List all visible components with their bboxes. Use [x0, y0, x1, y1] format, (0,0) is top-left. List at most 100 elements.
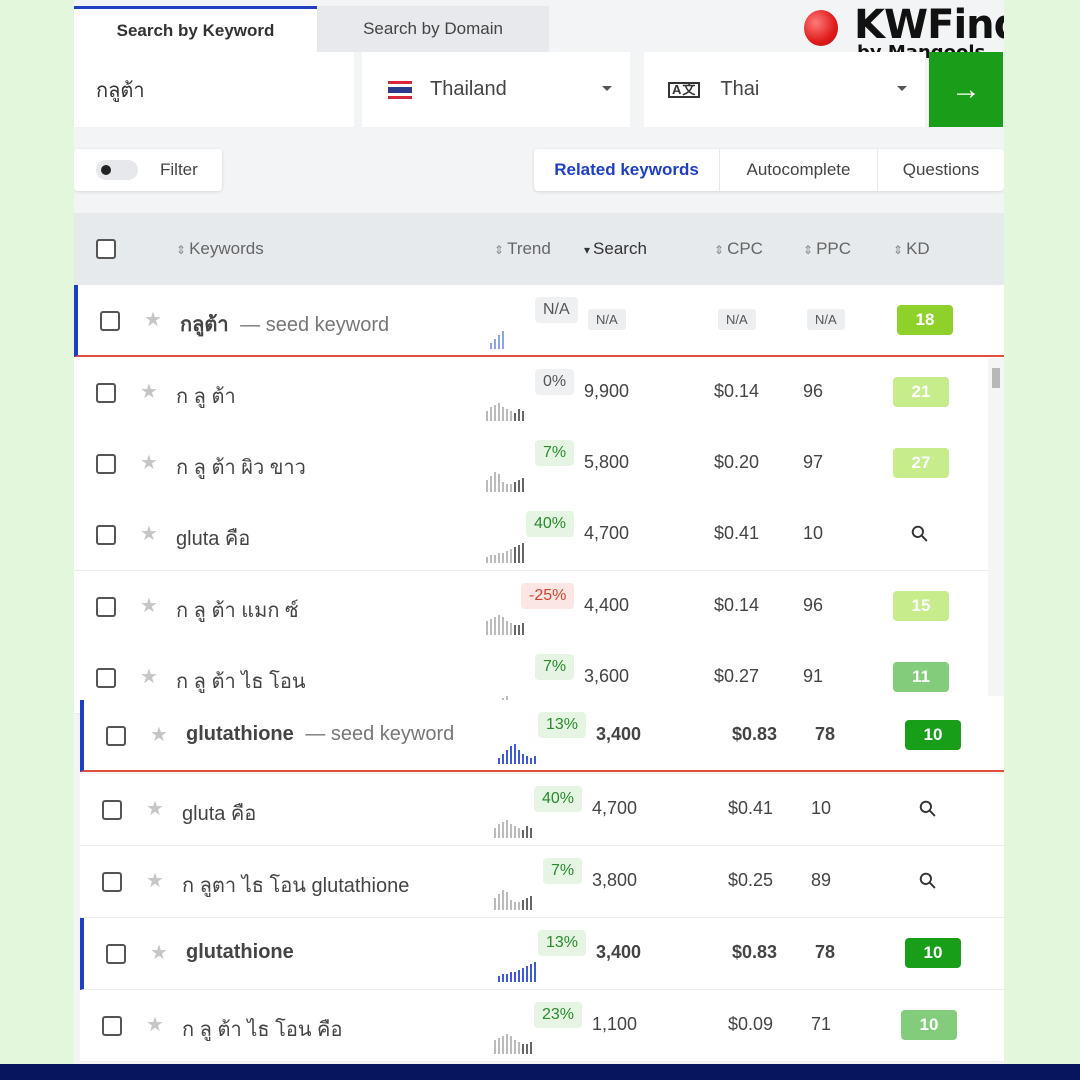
table-row[interactable]: ★ ก ลู ต้า ผิว ขาว 7% 5,800 $0.20 97 27	[74, 428, 1004, 500]
table-row[interactable]: ★ ก ลู ต้า ไธ โอน คือ 23% 1,100 $0.09 71 10	[80, 990, 1004, 1062]
keyword-cell[interactable]: gluta คือ	[182, 797, 256, 829]
kd-badge[interactable]: 27	[893, 448, 949, 478]
tab-search-by-keyword[interactable]: Search by Keyword	[74, 6, 317, 52]
row-checkbox[interactable]	[96, 597, 116, 617]
select-all-checkbox[interactable]	[96, 239, 116, 259]
kd-badge[interactable]: 11	[893, 662, 949, 692]
keyword-text: ก ลู ต้า	[176, 386, 236, 408]
tab-questions[interactable]: Questions	[878, 149, 1004, 191]
star-icon[interactable]: ★	[146, 1012, 164, 1037]
trend-percentage: 23%	[534, 1002, 583, 1028]
column-keywords[interactable]: ⇕ Keywords	[176, 239, 264, 259]
row-checkbox[interactable]	[96, 383, 116, 403]
keyword-input[interactable]: กลูต้า	[74, 52, 354, 127]
search-submit-button[interactable]: →	[929, 52, 1003, 127]
sparkline-bar	[522, 754, 524, 764]
keyword-cell[interactable]: glutathione	[186, 941, 294, 964]
table-row[interactable]: ★ gluta คือ 40% 4,700 $0.41 10 ⚲	[74, 499, 1004, 571]
scrollbar[interactable]	[988, 358, 1004, 696]
row-checkbox[interactable]	[106, 726, 126, 746]
language-select[interactable]: A文 Thai	[644, 52, 925, 127]
keyword-text: glutathione	[186, 941, 294, 963]
sparkline-bar	[534, 962, 536, 982]
star-icon[interactable]: ★	[140, 521, 158, 546]
star-icon[interactable]: ★	[146, 796, 164, 821]
keyword-cell[interactable]: ก ลู ต้า	[176, 380, 236, 412]
sparkline-bar	[526, 966, 528, 982]
keyword-cell[interactable]: glutathione — seed keyword	[186, 723, 454, 746]
star-icon[interactable]: ★	[150, 940, 168, 965]
trend-percentage: 13%	[538, 712, 587, 738]
sparkline-bar	[502, 331, 504, 349]
table-row[interactable]: ★ gluta คือ 40% 4,700 $0.41 10 ⚲	[80, 774, 1004, 846]
sparkline-bar	[502, 822, 504, 838]
table-row[interactable]: ★ ก ลู ต้า 0% 9,900 $0.14 96 21	[74, 357, 1004, 429]
search-volume: 3,600	[584, 666, 630, 686]
kd-badge[interactable]: 21	[893, 377, 949, 407]
kd-badge[interactable]: 18	[897, 305, 953, 335]
kd-badge[interactable]: 10	[905, 938, 961, 968]
row-checkbox[interactable]	[106, 944, 126, 964]
star-icon[interactable]: ★	[150, 722, 168, 747]
keyword-cell[interactable]: กลูต้า — seed keyword	[180, 308, 389, 340]
star-icon[interactable]: ★	[144, 307, 162, 332]
sparkline-bar	[522, 968, 524, 982]
sparkline-bar	[530, 758, 532, 764]
search-icon[interactable]: ⚲	[913, 794, 943, 824]
search-icon[interactable]: ⚲	[905, 519, 935, 549]
keyword-text: ก ลู ต้า ไธ โอน คือ	[182, 1019, 343, 1041]
star-icon[interactable]: ★	[146, 868, 164, 893]
trend-sparkline	[486, 470, 524, 492]
country-select[interactable]: Thailand	[362, 52, 630, 127]
row-checkbox[interactable]	[102, 872, 122, 892]
star-icon[interactable]: ★	[140, 379, 158, 404]
row-checkbox[interactable]	[102, 1016, 122, 1036]
sparkline-bar	[514, 625, 516, 635]
table-row[interactable]: ★ ก ลู ต้า แมก ซ์ -25% 4,400 $0.14 96 15	[74, 571, 1004, 643]
keyword-cell[interactable]: ก ลู ต้า ไธ โอน คือ	[182, 1013, 342, 1045]
table-row[interactable]: ★ glutathione 13% 3,400 $0.83 78 10	[80, 918, 1004, 990]
star-icon[interactable]: ★	[140, 450, 158, 475]
keyword-cell[interactable]: ก ลู ต้า แมก ซ์	[176, 594, 299, 626]
column-search[interactable]: ▾ Search	[584, 239, 647, 259]
row-checkbox[interactable]	[100, 311, 120, 331]
keyword-cell[interactable]: ก ลูตา ไธ โอน glutathione	[182, 869, 409, 901]
tab-autocomplete[interactable]: Autocomplete	[720, 149, 878, 191]
column-trend[interactable]: ⇕ Trend	[494, 239, 551, 259]
language-value: Thai	[720, 78, 760, 100]
search-icon[interactable]: ⚲	[913, 866, 943, 896]
star-icon[interactable]: ★	[140, 664, 158, 689]
star-icon[interactable]: ★	[140, 593, 158, 618]
sparkline-bar	[510, 972, 512, 982]
table-row[interactable]: ★ ก ลูตา ไธ โอน glutathione 7% 3,800 $0.25 89…	[80, 846, 1004, 918]
kd-badge[interactable]: 10	[901, 1010, 957, 1040]
column-ppc[interactable]: ⇕ PPC	[803, 239, 851, 259]
sparkline-bar	[518, 480, 520, 492]
keyword-cell[interactable]: gluta คือ	[176, 522, 250, 554]
toggle-switch[interactable]	[96, 160, 138, 180]
scrollbar-thumb[interactable]	[992, 368, 1000, 388]
trend-percentage: 0%	[535, 369, 575, 395]
keyword-cell[interactable]: ก ลู ต้า ผิว ขาว	[176, 451, 306, 483]
column-kd[interactable]: ⇕ KD	[893, 239, 930, 259]
kd-badge[interactable]: 10	[905, 720, 961, 750]
row-checkbox[interactable]	[96, 668, 116, 688]
sparkline-bar	[510, 824, 512, 838]
seed-keyword-row[interactable]: ★ glutathione — seed keyword 13% 3,400 $0.83…	[80, 700, 1004, 772]
sparkline-bar	[494, 339, 496, 349]
column-cpc[interactable]: ⇕ CPC	[714, 239, 763, 259]
row-checkbox[interactable]	[96, 454, 116, 474]
sparkline-bar	[490, 407, 492, 421]
tab-related-keywords[interactable]: Related keywords	[534, 149, 720, 191]
keyword-cell[interactable]: ก ลู ต้า ไธ โอน	[176, 665, 306, 697]
kd-badge[interactable]: 15	[893, 591, 949, 621]
filter-toggle[interactable]: Filter	[74, 149, 222, 191]
seed-keyword-row[interactable]: ★ กลูต้า — seed keyword N/A N/A N/A N/A 18	[74, 285, 1004, 357]
search-volume: 3,800	[592, 870, 638, 890]
row-checkbox[interactable]	[96, 525, 116, 545]
trend-percentage: 40%	[526, 511, 575, 537]
tab-search-by-domain[interactable]: Search by Domain	[317, 6, 549, 52]
logo-dot-icon	[804, 10, 838, 46]
row-checkbox[interactable]	[102, 800, 122, 820]
sparkline-bar	[486, 621, 488, 635]
